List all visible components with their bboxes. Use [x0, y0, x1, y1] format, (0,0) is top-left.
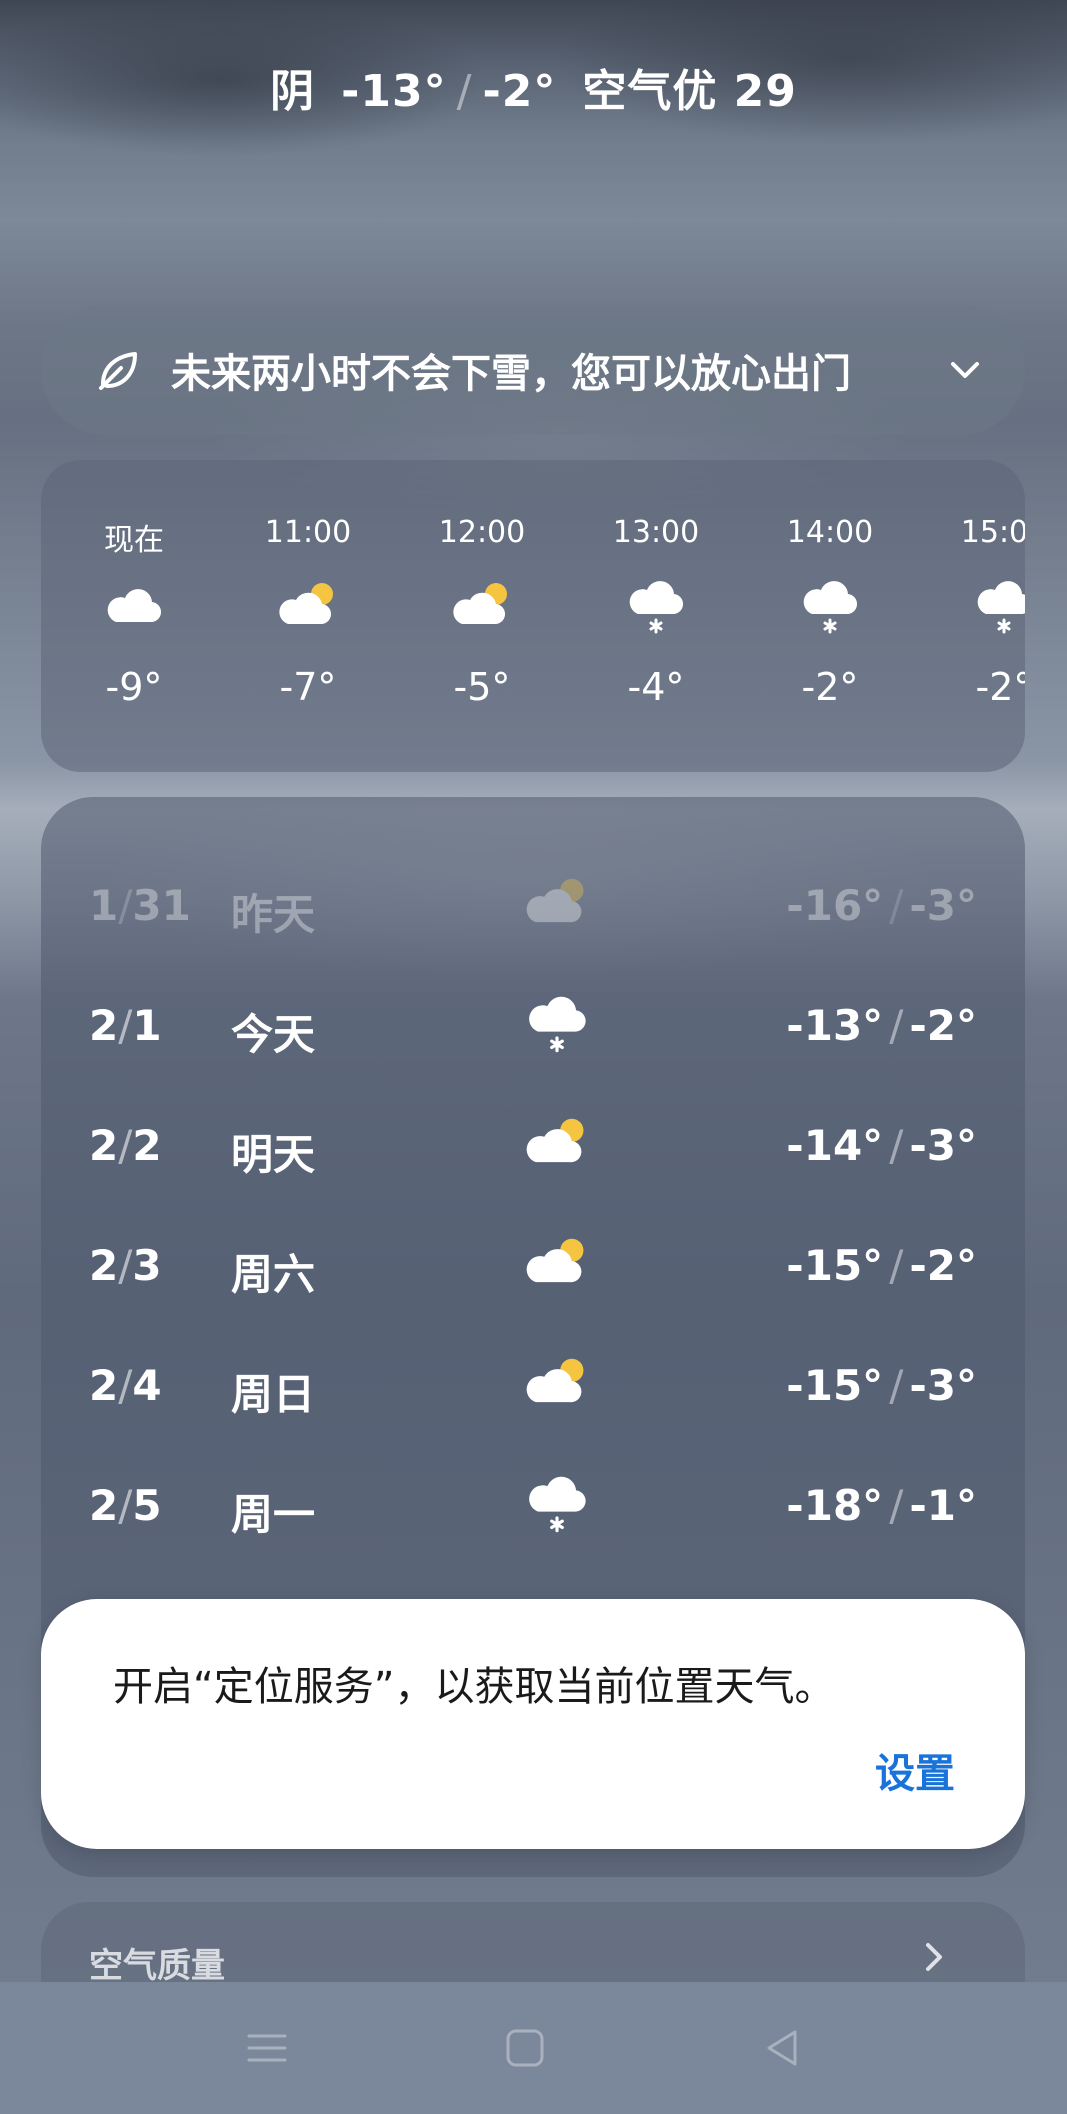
weather-summary: 阴 -13° / -2° 空气优 29 [0, 55, 1067, 119]
partly-cloudy-icon [526, 878, 584, 923]
snow-icon [977, 581, 1025, 634]
day-date: 2/3 [89, 1241, 162, 1290]
partly-cloudy-icon [526, 1118, 584, 1163]
hour-time: 现在 [104, 523, 164, 558]
partly-cloudy-icon [526, 1358, 584, 1403]
hour-item: 11:00 -7° [221, 460, 395, 772]
hour-item: 13:00 -4° [569, 460, 743, 772]
hour-temp: -2° [975, 665, 1025, 709]
day-row-yesterday[interactable]: 1/31 昨天 -16° / -3° [41, 845, 1025, 965]
dialog-message: 开启“定位服务”，以获取当前位置天气。 [113, 1664, 835, 1710]
hour-time: 14:00 [786, 515, 874, 550]
day-row-tomorrow[interactable]: 2/2 明天 -14° / -3° [41, 1085, 1025, 1205]
hour-time: 12:00 [438, 515, 526, 550]
day-date: 2/2 [89, 1121, 162, 1170]
hour-temp: -4° [627, 665, 685, 709]
system-nav-bar [0, 1982, 1067, 2114]
hourly-forecast[interactable]: 现在 -9° 11:00 -7° 12:00 -5° 13:00 -4° 14:… [41, 460, 1025, 772]
partly-cloudy-icon [279, 583, 333, 625]
day-row-saturday[interactable]: 2/3 周六 -15° / -2° [41, 1205, 1025, 1325]
air-quality-summary: 空气优 29 [582, 66, 797, 117]
location-permission-dialog: 开启“定位服务”，以获取当前位置天气。 设置 [41, 1599, 1025, 1849]
precipitation-alert[interactable]: 未来两小时不会下雪，您可以放心出门 [41, 305, 1025, 435]
hour-item: 现在 -9° [47, 460, 221, 772]
day-temps: -13° / -2° [786, 1001, 977, 1050]
leaf-icon [99, 352, 137, 390]
chevron-right-icon [926, 1943, 942, 1971]
snow-icon [629, 581, 684, 634]
partly-cloudy-icon [453, 583, 507, 625]
low-temp: -13° [341, 66, 447, 117]
day-temps: -18° / -1° [786, 1481, 977, 1530]
condition-text: 阴 [270, 66, 316, 117]
home-square-icon[interactable] [501, 2024, 549, 2072]
hour-item: 12:00 -5° [395, 460, 569, 772]
hour-time: 15:00 [960, 515, 1025, 550]
day-temps: -16° / -3° [786, 881, 977, 930]
hour-temp: -7° [279, 665, 337, 709]
hour-temp: -9° [105, 665, 163, 709]
hour-item: 14:00 -2° [743, 460, 917, 772]
day-name: 明天 [231, 1130, 316, 1179]
high-temp: -2° [482, 66, 557, 117]
day-name: 今天 [231, 1010, 316, 1059]
day-row-sunday[interactable]: 2/4 周日 -15° / -3° [41, 1325, 1025, 1445]
air-quality-label: 空气质量 [89, 1946, 225, 1986]
back-triangle-icon[interactable] [759, 2024, 807, 2072]
day-row-monday[interactable]: 2/5 周一 -18° / -1° [41, 1445, 1025, 1565]
cloud-icon [107, 589, 162, 623]
settings-button[interactable]: 设置 [875, 1741, 955, 1799]
snow-icon [529, 1476, 586, 1533]
hour-item: 15:00 -2° [917, 460, 1025, 772]
temp-separator: / [456, 66, 473, 117]
day-name: 周日 [231, 1370, 316, 1419]
hour-time: 13:00 [612, 515, 700, 550]
day-temps: -15° / -3° [786, 1361, 977, 1410]
day-date: 2/5 [89, 1481, 162, 1530]
hour-temp: -5° [453, 665, 511, 709]
day-temps: -15° / -2° [786, 1241, 977, 1290]
hour-time: 11:00 [264, 515, 352, 550]
day-temps: -14° / -3° [786, 1121, 977, 1170]
hour-temp: -2° [801, 665, 859, 709]
chevron-down-icon[interactable] [945, 350, 985, 390]
partly-cloudy-icon [526, 1238, 584, 1283]
menu-icon[interactable] [243, 2024, 291, 2072]
alert-text: 未来两小时不会下雪，您可以放心出门 [171, 351, 851, 397]
snow-icon [803, 581, 858, 634]
day-date: 2/4 [89, 1361, 162, 1410]
day-date: 2/1 [89, 1001, 162, 1050]
day-name: 昨天 [231, 890, 316, 939]
day-name: 周一 [231, 1490, 316, 1539]
day-row-today[interactable]: 2/1 今天 -13° / -2° [41, 965, 1025, 1085]
day-date: 1/31 [89, 881, 191, 930]
day-name: 周六 [231, 1250, 316, 1299]
snow-icon [529, 996, 586, 1053]
